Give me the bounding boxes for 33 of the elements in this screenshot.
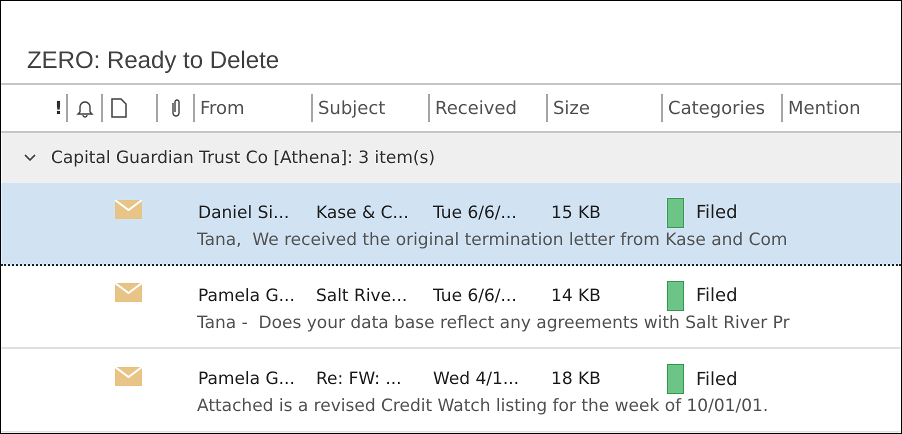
group-header: Capital Guardian Trust Co [Athena]: 3 item(s): [51, 148, 435, 168]
column-header[interactable]: Size: [546, 94, 661, 122]
size: 15 KB: [550, 202, 602, 222]
received-date: Wed 4/1...: [432, 369, 520, 389]
column-header[interactable]: Subject: [311, 94, 428, 122]
message-preview: Tana, We received the original termination letter from Kase and Com: [197, 230, 788, 250]
size: 18 KB: [550, 369, 602, 389]
envelope-icon: [115, 200, 142, 219]
category: Filed: [696, 285, 738, 306]
received-date: Tue 6/6/...: [432, 202, 518, 222]
received-date: Tue 6/6/...: [432, 286, 518, 306]
subject: Kase & C...: [315, 202, 410, 222]
importance-column-header[interactable]: !: [54, 98, 63, 118]
size: 14 KB: [550, 286, 602, 306]
envelope-icon: [115, 366, 142, 386]
column-header[interactable]: Received: [428, 94, 546, 122]
folder-title: ZERO: Ready to Delete: [26, 46, 280, 76]
message-row[interactable]: Daniel Si... Kase & C... Tue 6/6/... 15 KB Filed Tana, We received the original termination letter from Kase and Com: [1, 183, 901, 266]
sender: Daniel Si...: [197, 202, 290, 222]
category: Filed: [696, 368, 738, 390]
column-header[interactable]: From: [193, 94, 311, 122]
envelope-icon: [115, 283, 142, 302]
subject: Re: FW: ...: [315, 369, 403, 389]
column-header[interactable]: Mention: [781, 94, 901, 122]
paperclip-icon[interactable]: [170, 98, 182, 118]
subject: Salt Rive...: [315, 286, 408, 306]
message-preview: Tana - Does your data base reflect any agreements with Salt River Pr: [197, 312, 790, 332]
category: Filed: [696, 202, 738, 223]
sender: Pamela G...: [197, 286, 296, 306]
sender: Pamela G...: [197, 369, 296, 389]
document-icon[interactable]: [111, 98, 127, 118]
column-header[interactable]: Categories: [661, 94, 781, 122]
message-preview: Attached is a revised Credit Watch listing for the week of 10/01/01.: [197, 396, 768, 416]
